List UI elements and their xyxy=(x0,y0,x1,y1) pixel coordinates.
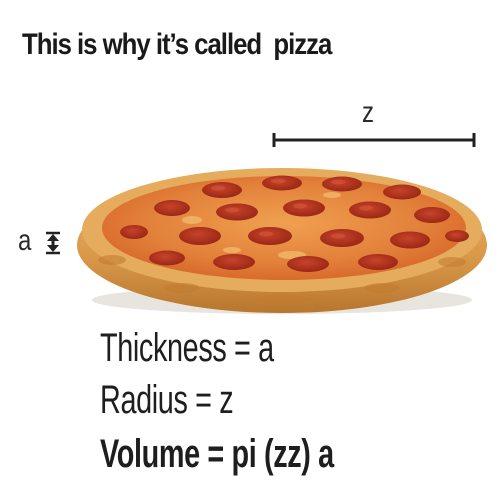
dimension-line-icon xyxy=(272,133,476,147)
thickness-label: a xyxy=(18,224,32,257)
volume-formula: Volume = pi (zz) a xyxy=(100,432,334,476)
thickness-formula: Thickness = a xyxy=(100,326,274,370)
radius-formula: Radius = z xyxy=(100,378,234,422)
radius-label: z xyxy=(362,96,374,129)
pepperoni-pizza-icon xyxy=(77,168,487,314)
meme-title: This is why it’s called pizza xyxy=(22,28,332,61)
pizza-image xyxy=(72,150,492,320)
up-down-arrow-icon xyxy=(46,231,60,255)
